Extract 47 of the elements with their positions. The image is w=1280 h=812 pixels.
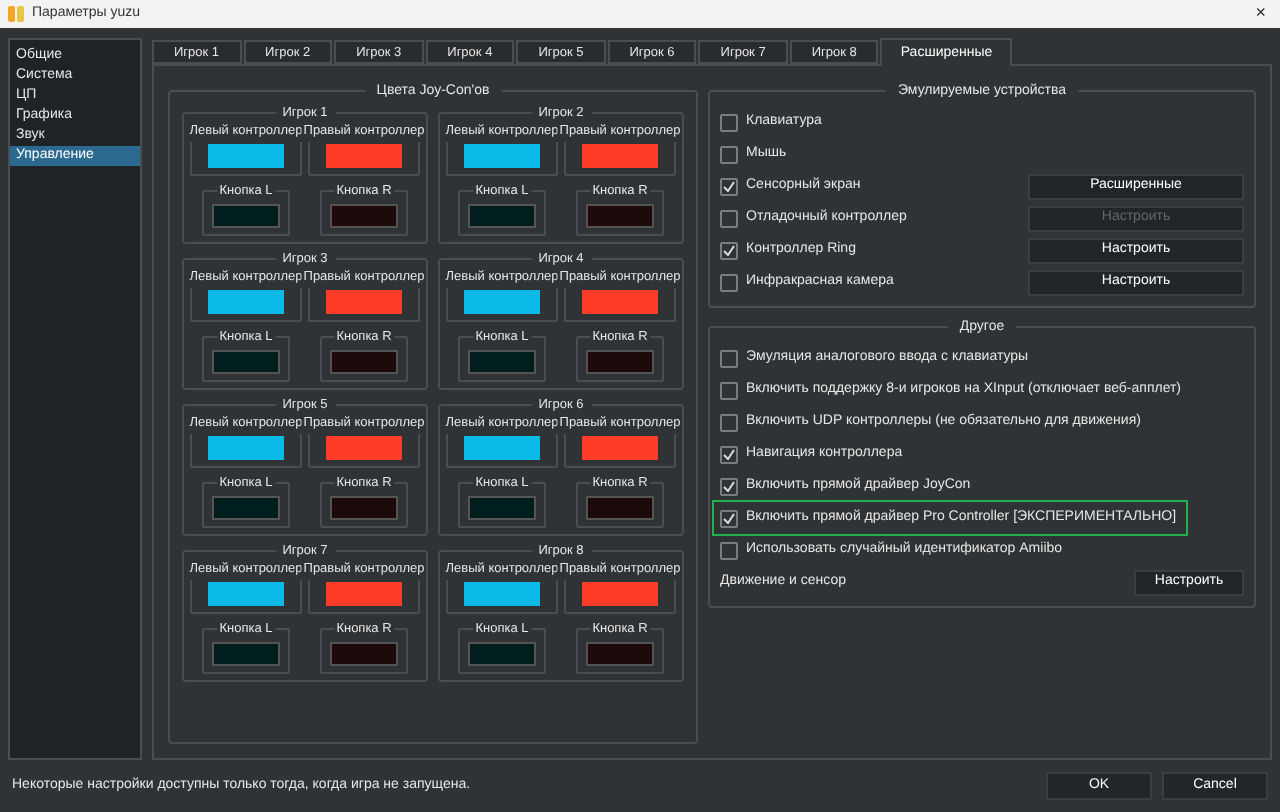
checkbox[interactable] <box>720 273 738 291</box>
color-swatch[interactable] <box>468 350 536 374</box>
color-swatch[interactable] <box>582 144 658 168</box>
checkbox[interactable] <box>720 381 738 399</box>
color-swatch[interactable] <box>586 204 654 228</box>
color-swatch[interactable] <box>468 642 536 666</box>
color-swatch[interactable] <box>212 350 280 374</box>
checkbox[interactable] <box>720 209 738 227</box>
color-swatch[interactable] <box>208 144 284 168</box>
color-swatch[interactable] <box>464 290 540 314</box>
color-swatch[interactable] <box>464 436 540 460</box>
color-swatch[interactable] <box>468 204 536 228</box>
color-swatch[interactable] <box>582 290 658 314</box>
color-swatch[interactable] <box>586 642 654 666</box>
checkbox[interactable] <box>720 177 738 195</box>
close-button[interactable]: × <box>1249 0 1272 28</box>
app-logo-icon <box>8 6 24 22</box>
color-swatch[interactable] <box>212 496 280 520</box>
color-swatch[interactable] <box>326 582 402 606</box>
color-swatch[interactable] <box>330 350 398 374</box>
checkbox[interactable] <box>720 145 738 163</box>
color-swatch[interactable] <box>208 290 284 314</box>
color-swatch[interactable] <box>326 290 402 314</box>
color-swatch[interactable] <box>212 204 280 228</box>
color-swatch[interactable] <box>326 436 402 460</box>
color-swatch[interactable] <box>582 582 658 606</box>
checkbox[interactable] <box>720 413 738 431</box>
checkbox[interactable] <box>720 349 738 367</box>
color-swatch[interactable] <box>586 496 654 520</box>
color-swatch[interactable] <box>330 642 398 666</box>
color-swatch[interactable] <box>326 144 402 168</box>
color-swatch[interactable] <box>468 496 536 520</box>
color-swatch[interactable] <box>330 496 398 520</box>
checkbox[interactable] <box>720 445 738 463</box>
color-swatch[interactable] <box>208 436 284 460</box>
color-swatch[interactable] <box>330 204 398 228</box>
checkbox[interactable] <box>720 477 738 495</box>
color-swatch[interactable] <box>212 642 280 666</box>
color-swatch[interactable] <box>464 582 540 606</box>
color-swatch[interactable] <box>464 144 540 168</box>
checkbox[interactable] <box>720 541 738 559</box>
checkbox[interactable] <box>720 241 738 259</box>
checkbox[interactable] <box>720 509 738 527</box>
color-swatch[interactable] <box>586 350 654 374</box>
checkbox[interactable] <box>720 113 738 131</box>
color-swatch[interactable] <box>582 436 658 460</box>
color-swatch[interactable] <box>208 582 284 606</box>
